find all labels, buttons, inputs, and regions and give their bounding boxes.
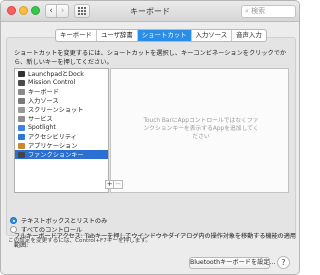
search-placeholder: 検索 — [251, 7, 266, 15]
category-item[interactable]: ファンクションキー — [15, 150, 108, 159]
remove-shortcut-button[interactable]: − — [114, 180, 123, 189]
title-bar: ‹ › キーボード ⌕ 検索 — [1, 1, 299, 22]
tab-bar: キーボード ユーザ辞書 ショートカット 入力ソース 音声入力 — [55, 29, 267, 42]
radio-option-all-controls[interactable]: すべてのコントロール — [10, 225, 82, 234]
launchpad-icon — [18, 70, 25, 77]
category-item[interactable]: LaunchpadとDock — [15, 69, 108, 78]
category-label: スクリーンショット — [28, 107, 84, 114]
category-item[interactable]: Spotlight — [15, 123, 108, 132]
tab-user-dictionary[interactable]: ユーザ辞書 — [97, 30, 138, 41]
spotlight-icon — [18, 124, 25, 131]
setup-bluetooth-keyboard-button[interactable]: Bluetoothキーボードを設定... — [189, 257, 275, 269]
mission-control-icon — [18, 79, 25, 86]
add-shortcut-button[interactable]: + — [105, 180, 114, 189]
category-item[interactable]: アプリケーション — [15, 141, 108, 150]
search-input[interactable]: ⌕ 検索 — [241, 5, 296, 18]
category-label: サービス — [28, 116, 53, 123]
category-item[interactable]: Mission Control — [15, 78, 108, 87]
radio-label: テキストボックスとリストのみ — [21, 218, 108, 225]
category-label: ファンクションキー — [28, 152, 84, 159]
category-label: LaunchpadとDock — [28, 71, 84, 78]
keyboard-preferences-window: ‹ › キーボード ⌕ 検索 ショートカットを変更するには、ショートカットを選択… — [0, 0, 300, 275]
shortcuts-panel: ショートカットを変更するには、ショートカットを選択し、キーコンビネーションをクリ… — [6, 37, 296, 249]
category-label: キーボード — [28, 89, 59, 96]
category-label: 入力ソース — [28, 98, 59, 105]
radio-option-text-and-lists[interactable]: テキストボックスとリストのみ — [10, 216, 107, 225]
search-icon: ⌕ — [245, 7, 249, 15]
tab-keyboard[interactable]: キーボード — [56, 30, 97, 41]
tab-input-sources[interactable]: 入力ソース — [192, 30, 233, 41]
control-f7-note: この設定を変更するには、Control+F7キーを押します。 — [8, 238, 151, 244]
input-sources-icon — [18, 97, 25, 104]
shortcut-detail-pane[interactable]: Touch BarにAppコントロールではなくファンクションキーを表示するApp… — [110, 68, 289, 193]
intro-text: ショートカットを変更するには、ショートカットを選択し、キーコンビネーションをクリ… — [14, 50, 287, 66]
screenshot-icon — [18, 106, 25, 113]
category-item[interactable]: キーボード — [15, 87, 108, 96]
function-keys-icon — [18, 151, 25, 158]
category-label: Spotlight — [28, 124, 56, 131]
services-gear-icon — [18, 115, 25, 122]
keyboard-icon — [18, 88, 25, 95]
category-item[interactable]: アクセシビリティ — [15, 132, 108, 141]
tab-dictation[interactable]: 音声入力 — [232, 30, 266, 41]
app-shortcuts-icon — [18, 142, 25, 149]
category-item[interactable]: スクリーンショット — [15, 105, 108, 114]
radio-label: すべてのコントロール — [21, 227, 83, 234]
touchbar-message: Touch BarにAppコントロールではなくファンクションキーを表示するApp… — [143, 118, 259, 140]
category-item[interactable]: 入力ソース — [15, 96, 108, 105]
category-label: アクセシビリティ — [28, 134, 77, 141]
tab-shortcuts[interactable]: ショートカット — [137, 30, 192, 41]
category-list[interactable]: LaunchpadとDock Mission Control キーボード入力ソースス… — [14, 68, 109, 193]
category-label: Mission Control — [28, 79, 76, 86]
category-item[interactable]: サービス — [15, 114, 108, 123]
accessibility-icon — [18, 133, 25, 140]
category-label: アプリケーション — [28, 143, 78, 150]
radio-button[interactable] — [10, 226, 17, 233]
radio-button-selected[interactable] — [10, 217, 17, 224]
help-button[interactable]: ? — [277, 256, 290, 269]
add-remove-controls: + − — [105, 180, 123, 189]
